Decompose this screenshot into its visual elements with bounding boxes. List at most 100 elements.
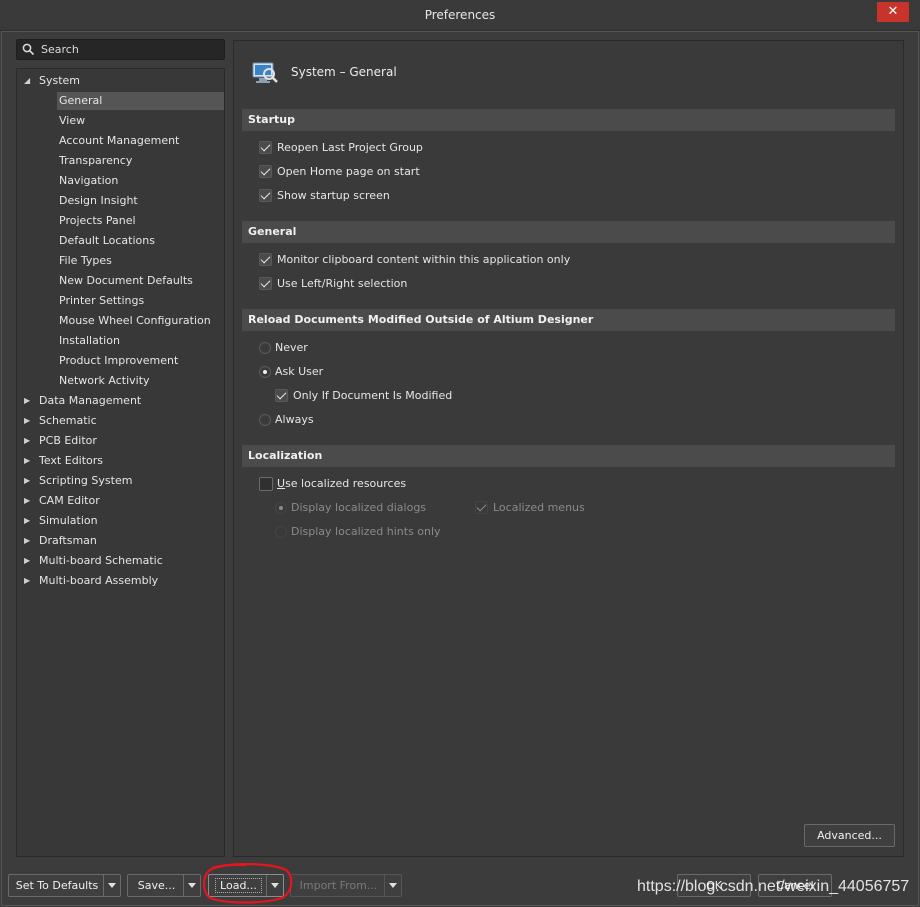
advanced-button[interactable]: Advanced... bbox=[804, 824, 895, 847]
tree-item-label: Projects Panel bbox=[59, 214, 136, 227]
tree-item-view[interactable]: View bbox=[57, 112, 224, 130]
option-label: Display localized dialogs bbox=[291, 501, 427, 514]
checkbox[interactable] bbox=[259, 277, 272, 290]
tree-item-label: CAM Editor bbox=[39, 494, 100, 507]
tree-item-label: Scripting System bbox=[39, 474, 133, 487]
tree-item-label: Product Improvement bbox=[59, 354, 179, 367]
collapsed-icon[interactable]: ▶ bbox=[24, 512, 32, 530]
collapsed-icon[interactable]: ▶ bbox=[24, 452, 32, 470]
tree-item-navigation[interactable]: Navigation bbox=[57, 172, 224, 190]
tree-item-projects-panel[interactable]: Projects Panel bbox=[57, 212, 224, 230]
checkbox[interactable] bbox=[259, 141, 272, 154]
radio[interactable] bbox=[259, 414, 271, 426]
collapsed-icon[interactable]: ▶ bbox=[24, 432, 32, 450]
tree-item-label: Transparency bbox=[59, 154, 133, 167]
tree-item-transparency[interactable]: Transparency bbox=[57, 152, 224, 170]
option-label: Show startup screen bbox=[277, 189, 390, 202]
dropdown-arrow-icon[interactable] bbox=[103, 875, 120, 896]
button-label[interactable]: Set To Defaults bbox=[9, 875, 105, 896]
tree-item-default-locations[interactable]: Default Locations bbox=[57, 232, 224, 250]
option-label-rest: se localized resources bbox=[285, 477, 407, 490]
watermark-text: https://blog.csdn.net/weixin_44056757 bbox=[637, 878, 910, 895]
button-label[interactable]: Import From... bbox=[291, 875, 386, 896]
search-label: Search bbox=[41, 43, 79, 56]
section-general: General bbox=[242, 221, 895, 243]
expanded-icon[interactable]: ◢ bbox=[24, 72, 32, 90]
radio[interactable] bbox=[259, 366, 271, 378]
red-circle-annotation bbox=[202, 862, 293, 904]
checkbox[interactable] bbox=[259, 165, 272, 178]
tree-item-file-types[interactable]: File Types bbox=[57, 252, 224, 270]
dropdown-arrow-icon[interactable] bbox=[384, 875, 401, 896]
tree-item-label: Printer Settings bbox=[59, 294, 145, 307]
section-title: Reload Documents Modified Outside of Alt… bbox=[248, 313, 594, 326]
preferences-tree: ◢ System General View Account Management… bbox=[16, 68, 225, 857]
settings-panel: System – General Startup Reopen Last Pro… bbox=[233, 40, 904, 857]
option-label: Only If Document Is Modified bbox=[293, 389, 453, 402]
search-input[interactable]: Search bbox=[16, 39, 225, 60]
section-title: General bbox=[248, 225, 297, 238]
checkbox[interactable] bbox=[275, 389, 288, 402]
collapsed-icon[interactable]: ▶ bbox=[24, 572, 32, 590]
section-reload-documents: Reload Documents Modified Outside of Alt… bbox=[242, 309, 895, 331]
tree-item-label: Text Editors bbox=[39, 454, 104, 467]
tree-item-label: File Types bbox=[59, 254, 112, 267]
option-label: Use localized resources bbox=[277, 476, 406, 492]
tree-item-printer-settings[interactable]: Printer Settings bbox=[57, 292, 224, 310]
tree-item-label: View bbox=[59, 114, 86, 127]
tree-item-product-improvement[interactable]: Product Improvement bbox=[57, 352, 224, 370]
set-to-defaults-button[interactable]: Set To Defaults bbox=[8, 874, 121, 897]
tree-item-label: Simulation bbox=[39, 514, 98, 527]
tree-item-label: General bbox=[59, 94, 103, 107]
checkbox[interactable] bbox=[259, 477, 273, 491]
save-button[interactable]: Save... bbox=[127, 874, 201, 897]
radio[interactable] bbox=[275, 526, 287, 538]
button-label[interactable]: Save... bbox=[128, 875, 185, 896]
collapsed-icon[interactable]: ▶ bbox=[24, 412, 32, 430]
collapsed-icon[interactable]: ▶ bbox=[24, 472, 32, 490]
collapsed-icon[interactable]: ▶ bbox=[24, 532, 32, 550]
tree-item-label: Navigation bbox=[59, 174, 119, 187]
collapsed-icon[interactable]: ▶ bbox=[24, 552, 32, 570]
option-label: Open Home page on start bbox=[277, 165, 420, 178]
tree-item-label: Schematic bbox=[39, 414, 97, 427]
tree-item-label: Mouse Wheel Configuration bbox=[59, 314, 211, 327]
collapsed-icon[interactable]: ▶ bbox=[24, 392, 32, 410]
tree-item-label: New Document Defaults bbox=[59, 274, 193, 287]
checkbox[interactable] bbox=[259, 189, 272, 202]
checkbox[interactable] bbox=[259, 253, 272, 266]
section-localization: Localization bbox=[242, 445, 895, 467]
tree-item-label: Installation bbox=[59, 334, 120, 347]
tree-item-mouse-wheel-configuration[interactable]: Mouse Wheel Configuration bbox=[57, 312, 224, 330]
tree-item-label: Design Insight bbox=[59, 194, 138, 207]
collapsed-icon[interactable]: ▶ bbox=[24, 492, 32, 510]
option-label: Use Left/Right selection bbox=[277, 277, 408, 290]
tree-item-label: Draftsman bbox=[39, 534, 97, 547]
title-bar: Preferences ✕ bbox=[0, 0, 920, 31]
dropdown-arrow-icon[interactable] bbox=[183, 875, 200, 896]
tree-item-label: Multi-board Schematic bbox=[39, 554, 163, 567]
close-button[interactable]: ✕ bbox=[877, 2, 909, 22]
option-label: Reopen Last Project Group bbox=[277, 141, 423, 154]
radio[interactable] bbox=[275, 502, 287, 514]
tree-item-label: Network Activity bbox=[59, 374, 150, 387]
tree-item-network-activity[interactable]: Network Activity bbox=[57, 372, 224, 390]
search-icon bbox=[22, 43, 35, 56]
tree-item-label: PCB Editor bbox=[39, 434, 97, 447]
radio[interactable] bbox=[259, 342, 271, 354]
system-computer-icon bbox=[252, 62, 278, 83]
tree-item-account-management[interactable]: Account Management bbox=[57, 132, 224, 150]
tree-item-new-document-defaults[interactable]: New Document Defaults bbox=[57, 272, 224, 290]
checkbox[interactable] bbox=[475, 501, 488, 514]
tree-item-general[interactable]: General bbox=[57, 92, 224, 110]
tree-item-label: Data Management bbox=[39, 394, 142, 407]
section-startup: Startup bbox=[242, 109, 895, 131]
option-label: Display localized hints only bbox=[291, 525, 441, 538]
import-from-button[interactable]: Import From... bbox=[290, 874, 402, 897]
section-title: Localization bbox=[248, 449, 323, 462]
tree-item-installation[interactable]: Installation bbox=[57, 332, 224, 350]
option-label: Monitor clipboard content within this ap… bbox=[277, 253, 571, 266]
accelerator-letter: U bbox=[277, 477, 286, 490]
tree-item-design-insight[interactable]: Design Insight bbox=[57, 192, 224, 210]
page-title: System – General bbox=[291, 65, 397, 79]
